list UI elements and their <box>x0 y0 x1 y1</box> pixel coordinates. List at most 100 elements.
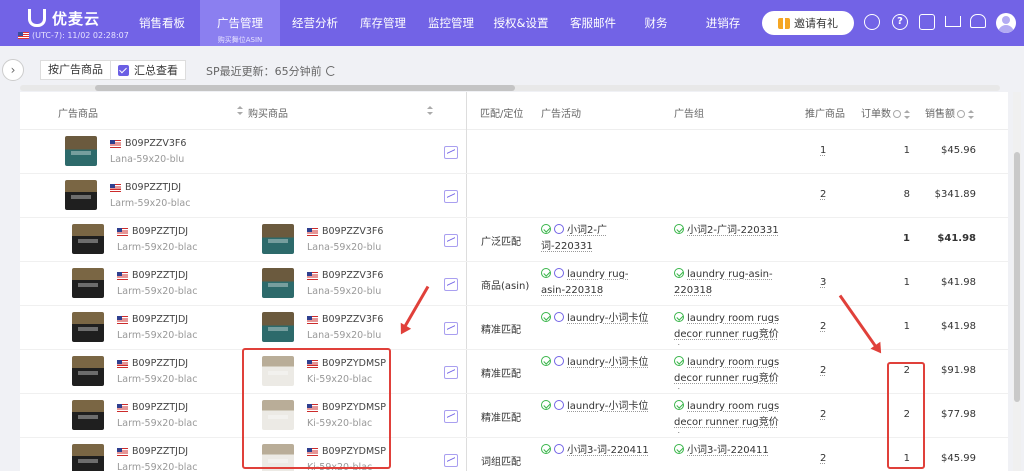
ad-product-cell[interactable]: B09PZZTJDJ Larm-59x20-blac <box>72 312 242 344</box>
sales-amount: $341.89 <box>934 189 976 200</box>
nav-service-mail[interactable]: 客服邮件 <box>562 0 624 46</box>
sidebar-collapse-button[interactable]: › <box>2 59 24 81</box>
purchased-product-cell[interactable]: B09PZZV3F6 Lana-59x20-blu <box>262 268 432 300</box>
status-ok-icon <box>674 400 684 410</box>
horizontal-scrollbar[interactable] <box>20 85 1000 91</box>
message-icon[interactable] <box>919 14 935 30</box>
promoted-count[interactable]: 2 <box>820 321 826 332</box>
promoted-count[interactable]: 2 <box>820 453 826 464</box>
match-type: 词组匹配 <box>481 457 521 468</box>
vertical-scroll-thumb[interactable] <box>1014 152 1020 402</box>
campaign-cell[interactable]: 小词3-词-220411 <box>541 443 651 459</box>
ad-group-name[interactable]: laundry room rugs decor runner rug竞价卡... <box>674 401 779 433</box>
nav-ad-management[interactable]: 广告管理 购买舞位ASIN <box>200 0 280 46</box>
sp-update-status: SP最近更新：65分钟前 <box>206 63 336 79</box>
table-row: B09PZZTJDJ Larm-59x20-blac B09PZYDMSP Ki… <box>20 350 1008 394</box>
campaign-name[interactable]: laundry-小词卡位 <box>567 401 648 412</box>
ad-group-name[interactable]: laundry room rugs decor runner rug竞价卡... <box>674 357 779 389</box>
headset-icon[interactable] <box>864 14 880 30</box>
purchased-sku: Lana-59x20-blu <box>307 286 382 297</box>
top-nav: 优麦云 (UTC-7): 11/02 02:28:07 销售看板 广告管理 购买… <box>0 0 1024 46</box>
trend-chart-icon[interactable] <box>444 366 458 379</box>
trend-chart-icon[interactable] <box>444 234 458 247</box>
us-flag-icon <box>117 315 128 324</box>
sp-icon <box>554 268 564 278</box>
ad-product-cell[interactable]: B09PZZTJDJ Larm-59x20-blac <box>72 224 242 256</box>
promoted-count[interactable]: 1 <box>820 145 826 156</box>
product-thumbnail <box>72 444 104 471</box>
horizontal-scroll-thumb[interactable] <box>95 85 515 91</box>
vertical-scrollbar[interactable] <box>1013 92 1021 471</box>
campaign-cell[interactable]: 小词2-广词-220331 <box>541 223 651 255</box>
campaign-cell[interactable]: laundry-小词卡位 <box>541 399 651 415</box>
nav-monitoring[interactable]: 监控管理 <box>420 0 482 46</box>
purchased-product-cell[interactable]: B09PZZV3F6 Lana-59x20-blu <box>262 224 432 256</box>
group-by-select[interactable]: 按广告商品 <box>41 61 111 79</box>
bell-icon[interactable] <box>970 14 986 28</box>
ad-product-cell[interactable]: B09PZZTJDJ Larm-59x20-blac <box>65 180 235 212</box>
nav-auth-settings[interactable]: 授权&设置 <box>488 0 554 46</box>
campaign-name[interactable]: 小词3-词-220411 <box>567 445 649 456</box>
ad-product-cell[interactable]: B09PZZV3F6 Lana-59x20-blu <box>65 136 235 168</box>
promoted-count[interactable]: 2 <box>820 365 826 376</box>
campaign-name[interactable]: laundry-小词卡位 <box>567 313 648 324</box>
nav-business-analysis[interactable]: 经营分析 <box>284 0 346 46</box>
refresh-icon[interactable] <box>325 66 336 76</box>
status-ok-icon <box>674 356 684 366</box>
status-ok-icon <box>674 268 684 278</box>
timezone-text: (UTC-7): 11/02 02:28:07 <box>32 31 129 40</box>
trend-chart-icon[interactable] <box>444 322 458 335</box>
help-icon <box>957 110 965 118</box>
col-promoted: 推广商品 <box>805 109 845 120</box>
ad-group-cell[interactable]: laundry room rugs decor runner rug竞价卡... <box>674 399 794 433</box>
trend-chart-icon[interactable] <box>444 410 458 423</box>
summary-checkbox[interactable]: 汇总查看 <box>111 62 185 78</box>
highlight-box-purchased <box>242 348 391 469</box>
avatar[interactable] <box>996 13 1016 33</box>
ad-sku: Larm-59x20-blac <box>117 242 198 253</box>
ad-product-cell[interactable]: B09PZZTJDJ Larm-59x20-blac <box>72 356 242 388</box>
ad-group-cell[interactable]: laundry rug-asin-220318 <box>674 267 794 301</box>
nav-inventory[interactable]: 库存管理 <box>352 0 414 46</box>
ad-group-cell[interactable]: laundry room rugs decor runner rug竞价卡... <box>674 311 794 345</box>
promoted-count[interactable]: 2 <box>820 409 826 420</box>
ad-group-cell[interactable]: 小词2-广词-220331 <box>674 223 794 257</box>
purchased-asin-text: B09PZZV3F6 <box>322 270 384 281</box>
ad-product-cell[interactable]: B09PZZTJDJ Larm-59x20-blac <box>72 444 242 471</box>
invite-button[interactable]: 邀请有礼 <box>762 11 854 35</box>
col-sales[interactable]: 销售额 <box>925 105 974 120</box>
ad-group-name[interactable]: laundry rug-asin-220318 <box>674 269 773 296</box>
nav-purchase-sales-stock[interactable]: 进销存 <box>700 0 746 46</box>
orders-count: 1 <box>903 233 910 244</box>
campaign-cell[interactable]: laundry-小词卡位 <box>541 311 651 327</box>
trend-chart-icon[interactable] <box>444 454 458 467</box>
ad-group-cell[interactable]: 小词3-词-220411 <box>674 443 794 471</box>
ad-group-name[interactable]: laundry room rugs decor runner rug竞价卡... <box>674 313 779 345</box>
campaign-name[interactable]: laundry-小词卡位 <box>567 357 648 368</box>
promoted-count[interactable]: 3 <box>820 277 826 288</box>
col-sort[interactable] <box>234 105 243 116</box>
ad-group-cell[interactable]: laundry room rugs decor runner rug竞价卡... <box>674 355 794 389</box>
trend-chart-icon[interactable] <box>444 278 458 291</box>
ad-product-cell[interactable]: B09PZZTJDJ Larm-59x20-blac <box>72 400 242 432</box>
nav-sales-board[interactable]: 销售看板 <box>128 0 196 46</box>
ad-group-name[interactable]: 小词3-词-220411 <box>687 445 769 456</box>
trend-chart-icon[interactable] <box>444 146 458 159</box>
cart-icon[interactable] <box>945 16 961 27</box>
col-campaign: 广告活动 <box>541 109 581 120</box>
col-orders[interactable]: 订单数 <box>861 105 910 120</box>
us-flag-icon <box>18 32 29 39</box>
status-ok-icon <box>674 312 684 322</box>
col-sort-2[interactable] <box>424 105 433 116</box>
trend-chart-icon[interactable] <box>444 190 458 203</box>
campaign-cell[interactable]: laundry-小词卡位 <box>541 355 651 371</box>
col-sales-label: 销售额 <box>925 109 955 120</box>
ad-product-cell[interactable]: B09PZZTJDJ Larm-59x20-blac <box>72 268 242 300</box>
nav-finance[interactable]: 财务 <box>636 0 676 46</box>
help-icon[interactable]: ? <box>892 14 908 30</box>
orders-count: 1 <box>903 277 910 288</box>
logo[interactable]: 优麦云 <box>28 8 100 28</box>
promoted-count[interactable]: 2 <box>820 189 826 200</box>
ad-group-name[interactable]: 小词2-广词-220331 <box>687 225 779 236</box>
campaign-cell[interactable]: laundry rug-asin-220318 <box>541 267 651 299</box>
